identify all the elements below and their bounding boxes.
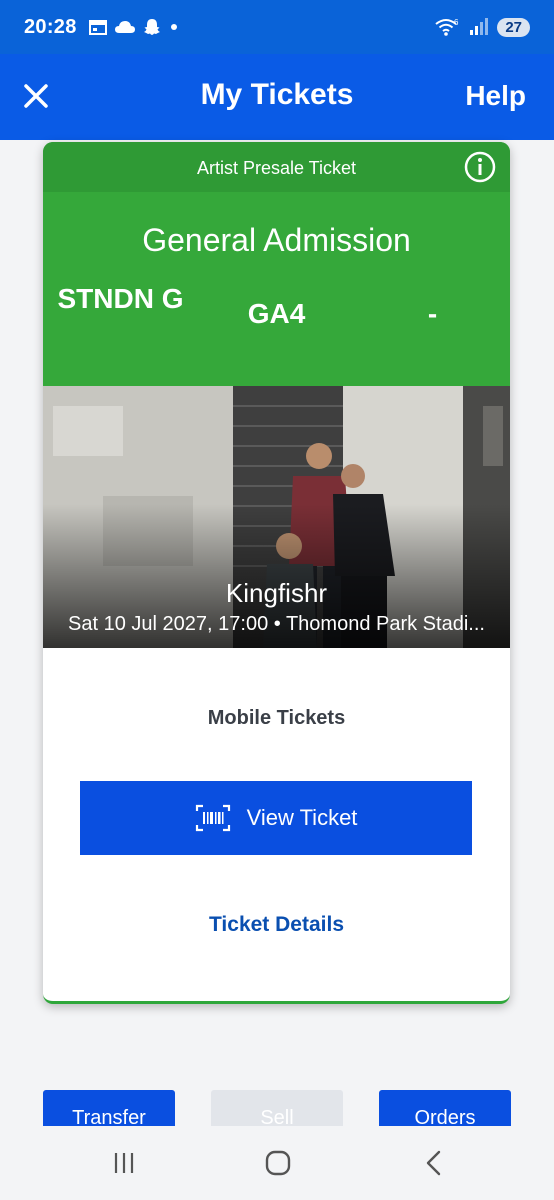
back-button[interactable] <box>418 1148 450 1178</box>
recent-apps-button[interactable] <box>108 1148 140 1178</box>
barcode-icon <box>195 804 230 832</box>
snapchat-icon <box>143 19 160 35</box>
bottom-actions: Transfer Sell Orders <box>0 1090 554 1126</box>
sell-button[interactable]: Sell <box>211 1090 343 1126</box>
view-ticket-label: View Ticket <box>246 805 358 830</box>
dot-icon <box>170 24 177 30</box>
ticket-details-link[interactable]: Ticket Details <box>43 913 510 937</box>
seat-value: - <box>427 298 438 329</box>
row-value: GA4 <box>247 298 306 329</box>
help-link[interactable]: Help <box>465 80 526 112</box>
orders-button[interactable]: Orders <box>379 1090 511 1126</box>
battery-indicator: 27 <box>497 17 530 37</box>
event-date: Sat 10 Jul 2027, 17:00 • Thomond Park St… <box>68 613 485 635</box>
ticket-header: Artist Presale Ticket General Admission … <box>43 142 510 386</box>
presale-label: Artist Presale Ticket <box>43 142 510 192</box>
event-info: Kingfishr Sat 10 Jul 2027, 17:00 • Thomo… <box>43 578 510 636</box>
event-image: Kingfishr Sat 10 Jul 2027, 17:00 • Thomo… <box>43 386 510 648</box>
view-ticket-button[interactable]: View Ticket <box>80 781 472 855</box>
info-icon[interactable] <box>464 151 496 183</box>
status-time: 20:28 <box>24 15 77 38</box>
wifi-badge: 6 <box>454 18 459 27</box>
system-nav-bar <box>0 1126 554 1200</box>
back-icon <box>426 1150 441 1176</box>
ticket-card: Artist Presale Ticket General Admission … <box>43 142 510 1004</box>
calendar-icon <box>88 20 107 35</box>
mobile-tickets-label: Mobile Tickets <box>207 707 346 729</box>
notification-icons <box>88 18 180 36</box>
admission-type: General Admission <box>142 222 411 258</box>
transfer-button[interactable]: Transfer <box>43 1090 175 1126</box>
event-name: Kingfishr <box>225 578 328 608</box>
section-value: STNDN G <box>57 283 184 314</box>
wifi-icon: 6 <box>435 18 459 36</box>
home-icon <box>265 1150 291 1176</box>
system-icons: 6 27 <box>435 17 530 37</box>
app-header: My Tickets Help <box>0 54 554 140</box>
signal-icon <box>470 18 489 35</box>
status-bar: 20:28 6 27 <box>0 0 554 54</box>
home-button[interactable] <box>262 1148 294 1178</box>
cloud-icon <box>114 21 135 33</box>
recent-apps-icon <box>114 1153 134 1173</box>
